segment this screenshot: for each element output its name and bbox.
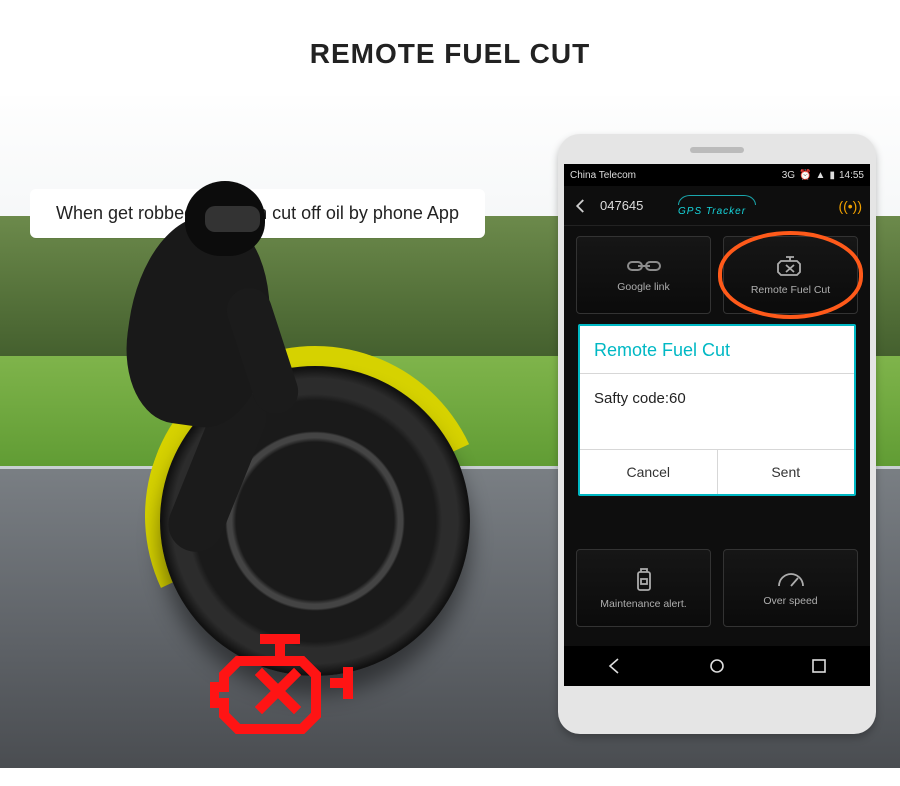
- wifi-icon: ▲: [816, 170, 826, 181]
- gauge-icon: [776, 569, 806, 589]
- status-bar: China Telecom 3G ⏰ ▲ ▮ 14:55: [564, 164, 870, 186]
- back-icon[interactable]: [572, 197, 590, 215]
- nav-back-icon[interactable]: [604, 655, 626, 677]
- tile-maintenance-alert[interactable]: Maintenance alert.: [576, 549, 711, 627]
- network-icon: 3G: [782, 170, 795, 181]
- link-icon: [627, 257, 661, 275]
- tile-over-speed[interactable]: Over speed: [723, 549, 858, 627]
- tile-label: Maintenance alert.: [600, 598, 686, 610]
- device-id: 047645: [600, 198, 643, 213]
- tile-remote-fuel-cut[interactable]: Remote Fuel Cut: [723, 236, 858, 314]
- nav-recent-icon[interactable]: [808, 655, 830, 677]
- tile-google-link[interactable]: Google link: [576, 236, 711, 314]
- android-navbar: [564, 646, 870, 686]
- dialog-title: Remote Fuel Cut: [580, 326, 854, 374]
- tile-label: Over speed: [763, 595, 817, 607]
- fuel-cut-dialog: Remote Fuel Cut Safty code:60 Cancel Sen…: [578, 324, 856, 496]
- nav-home-icon[interactable]: [706, 655, 728, 677]
- oil-can-icon: [634, 566, 654, 592]
- carrier-label: China Telecom: [570, 170, 636, 181]
- motorcycle-rider: [40, 166, 460, 686]
- phone-mockup: China Telecom 3G ⏰ ▲ ▮ 14:55 047645 GPS …: [558, 134, 876, 734]
- engine-cut-icon: [210, 631, 360, 746]
- tile-label: Google link: [617, 281, 670, 293]
- sent-button[interactable]: Sent: [718, 450, 855, 494]
- app-header: 047645 GPS Tracker ((•)): [564, 186, 870, 226]
- page-title: REMOTE FUEL CUT: [0, 0, 900, 96]
- hero-image: When get robbed, you can cut off oil by …: [0, 96, 900, 768]
- engine-icon: [776, 254, 806, 278]
- clock: 14:55: [839, 170, 864, 181]
- app-logo: GPS Tracker: [678, 195, 756, 217]
- signal-icon: ((•)): [838, 198, 862, 214]
- alarm-icon: ⏰: [799, 170, 811, 181]
- cancel-button[interactable]: Cancel: [580, 450, 718, 494]
- battery-icon: ▮: [829, 170, 835, 181]
- dialog-body: Safty code:60: [580, 374, 854, 449]
